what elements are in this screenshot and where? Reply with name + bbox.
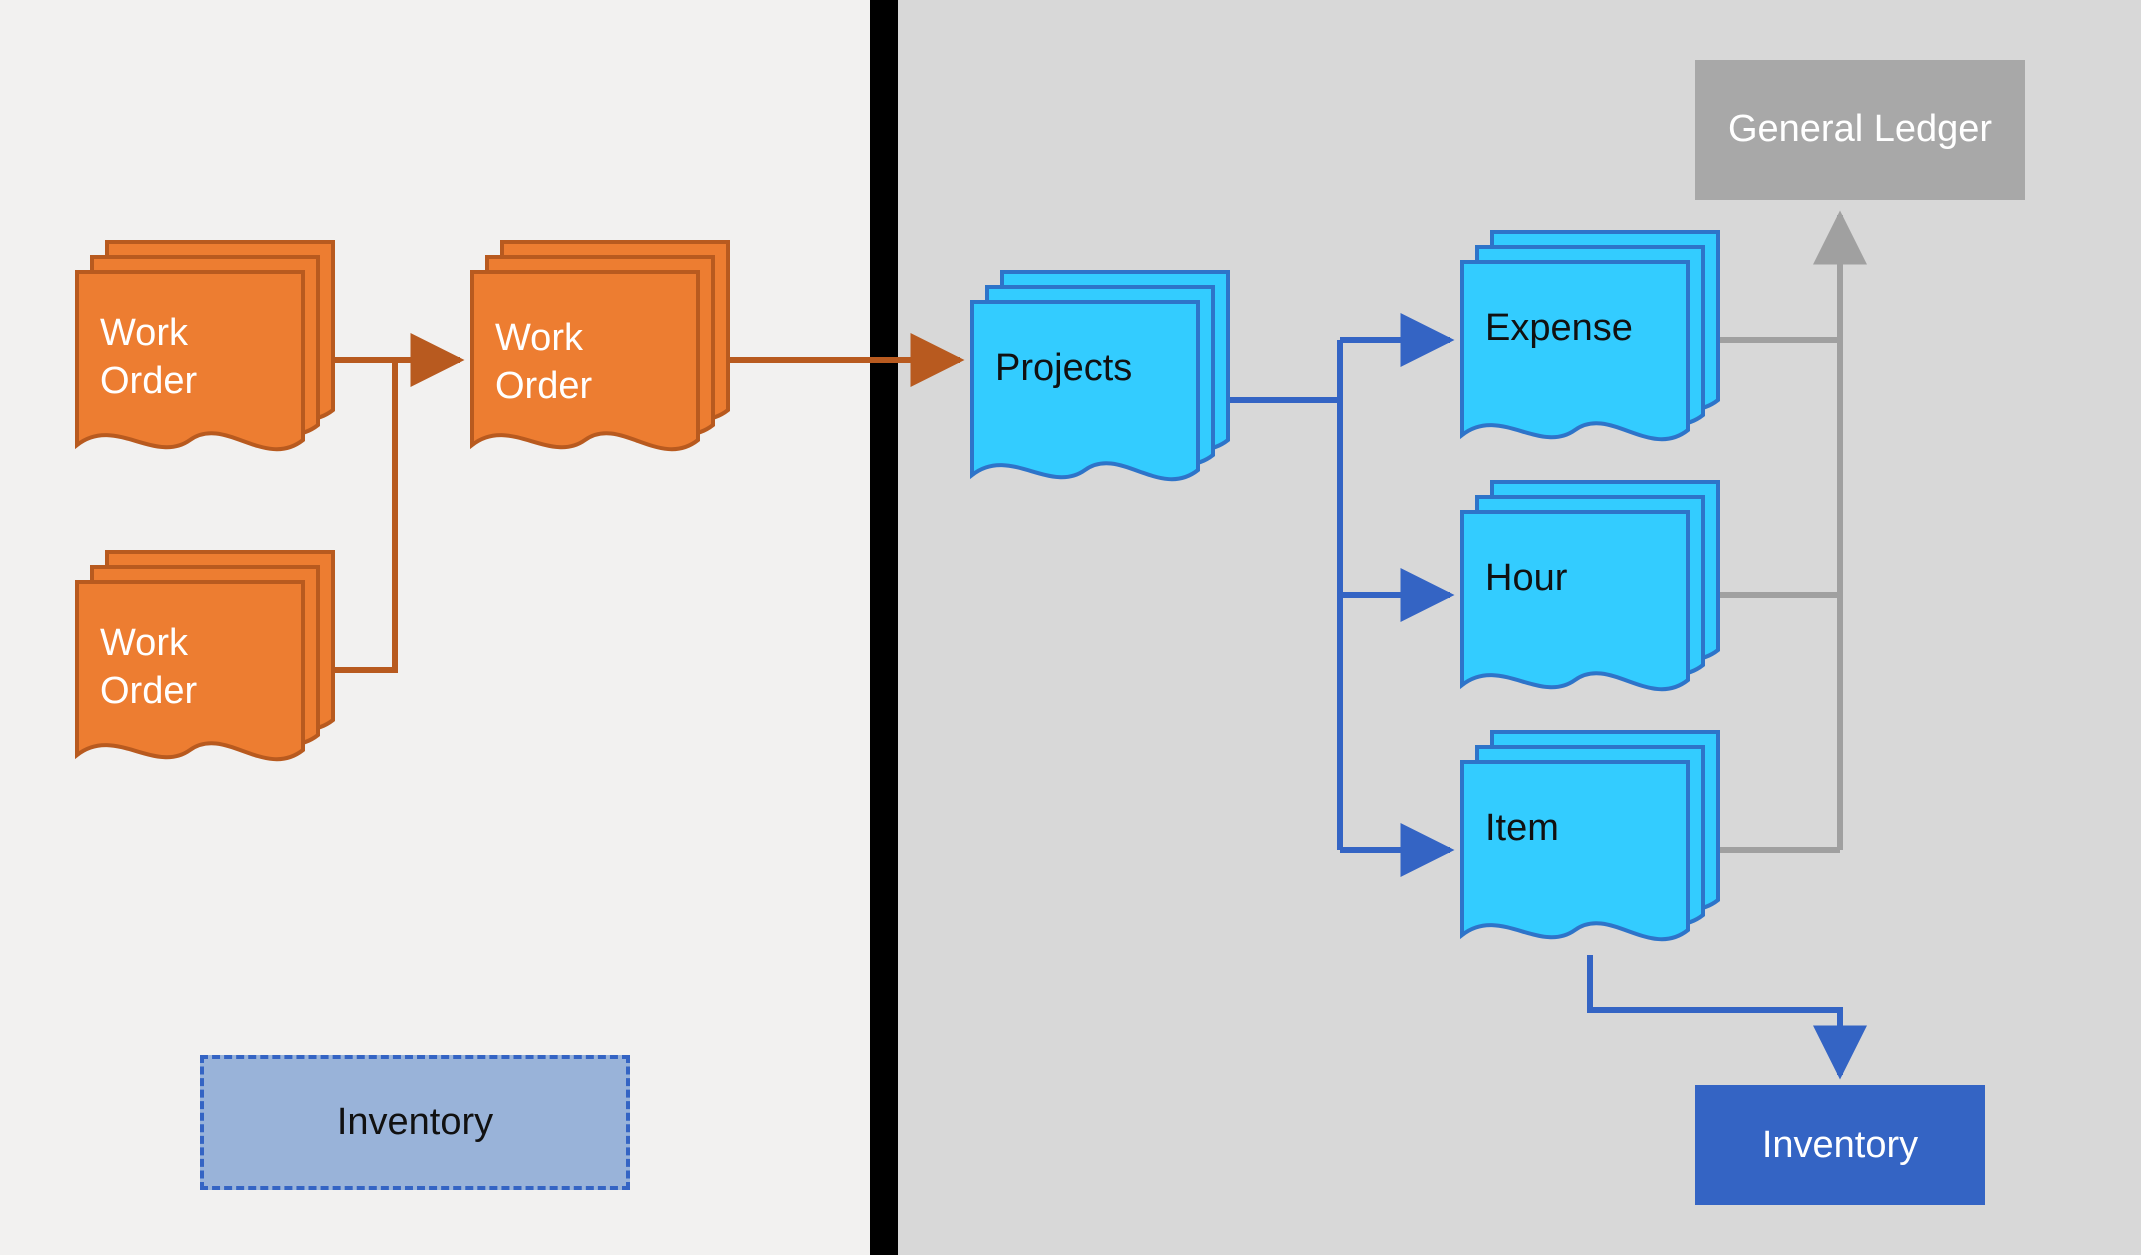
node-inventory-left: Inventory	[200, 1055, 630, 1190]
diagram-canvas: Work Order Work Order Work Order Project…	[0, 0, 2141, 1255]
node-general-ledger: General Ledger	[1695, 60, 2025, 200]
panel-divider	[870, 0, 898, 1255]
label-inventory-right: Inventory	[1762, 1124, 1918, 1167]
label-inventory-left: Inventory	[337, 1101, 493, 1144]
label-general-ledger: General Ledger	[1728, 107, 1992, 153]
node-inventory-right: Inventory	[1695, 1085, 1985, 1205]
